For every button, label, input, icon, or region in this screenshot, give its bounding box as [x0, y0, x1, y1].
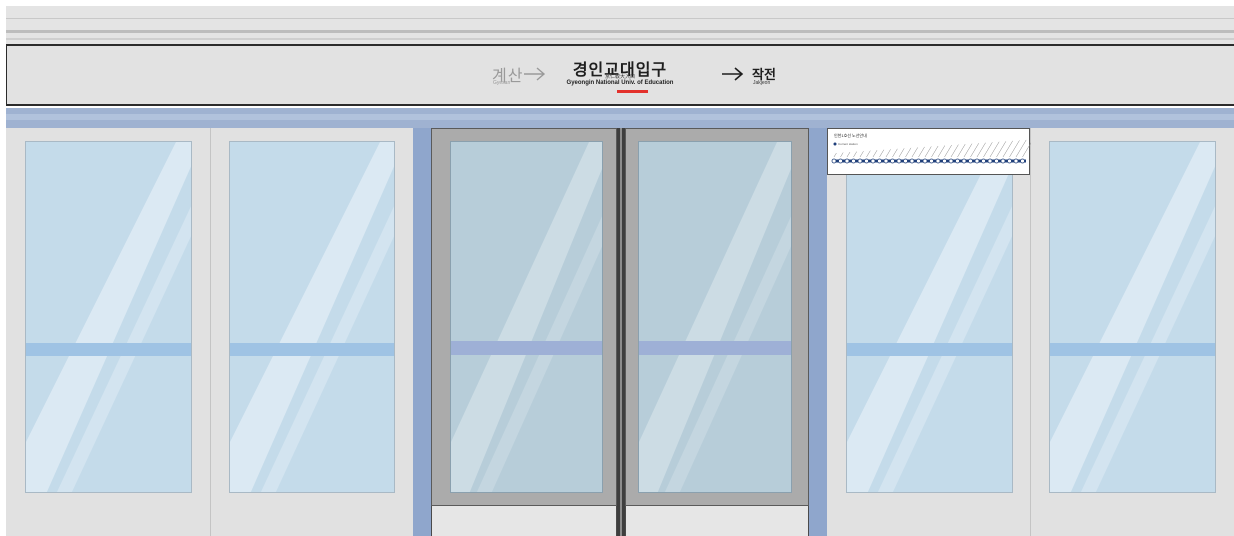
route-map-station-label: [898, 148, 905, 158]
route-map-station-label: [931, 145, 939, 158]
route-map-station-dot: [1013, 158, 1019, 164]
route-map-station-dot: [870, 158, 876, 164]
route-map-station-dot: [922, 158, 928, 164]
route-map-station-dot: [909, 158, 915, 164]
door-threshold: [431, 506, 617, 536]
route-map-station-label: [924, 146, 932, 158]
route-map-station-dot: [1000, 158, 1006, 164]
route-map-station-label: [866, 150, 871, 158]
route-map-station-label: [872, 150, 878, 158]
side-window: [846, 141, 1013, 493]
arrow-right-icon: [721, 66, 745, 82]
route-map-station-dot: [864, 158, 869, 164]
route-map-station-label: [892, 148, 898, 158]
wall-seam: [1030, 128, 1031, 536]
route-map-legend: Current station: [838, 142, 858, 146]
route-map-station-dot: [844, 158, 850, 164]
route-map-station-label: [970, 143, 979, 158]
route-map-station-dot: [838, 158, 843, 164]
route-map-station-dot: [877, 158, 882, 164]
route-map-station-dot: [987, 158, 993, 164]
route-map-station-label: [879, 149, 885, 158]
route-map-station-dot: [896, 158, 902, 164]
route-map-station-label: [957, 144, 966, 158]
current-station-hanja: 京仁敎大入口: [604, 74, 635, 80]
route-map-station-label: [944, 144, 952, 158]
current-station-marker: [617, 90, 648, 93]
side-window: [229, 141, 395, 493]
blue-band-highlight: [6, 114, 1234, 120]
route-map-station-dot: [942, 158, 947, 164]
ceiling-line: [6, 38, 1234, 40]
route-map-station-label: [976, 142, 986, 158]
ceiling-line: [6, 30, 1234, 33]
door-window: [638, 141, 792, 493]
route-map-station-dot: [968, 158, 973, 164]
route-map-station-dot: [1020, 158, 1025, 164]
route-map-station-dot: [974, 158, 980, 164]
route-map-station-label: [859, 151, 864, 158]
route-map-station-dot: [981, 158, 986, 164]
route-map-station-label: [1022, 142, 1031, 158]
side-window: [25, 141, 192, 493]
door-threshold: [625, 506, 809, 536]
route-map-station-label: [983, 142, 993, 158]
route-map-station-dot: [961, 158, 967, 164]
route-map-station-dot: [883, 158, 889, 164]
route-map-station-label: [840, 152, 844, 158]
door-seam-highlight: [620, 128, 622, 536]
route-map-station-label: [918, 146, 925, 158]
current-station-roman: Gyeongin National Univ. of Education: [566, 80, 674, 86]
ceiling-line: [6, 18, 1234, 19]
door-pillar-left: [413, 128, 431, 536]
route-map-station-label: [950, 144, 959, 158]
route-map-station-label: [1015, 139, 1027, 158]
route-map-station-dot: [831, 158, 837, 164]
route-map-line: [831, 139, 1031, 164]
route-map-station-label: [911, 147, 918, 158]
wall-seam: [210, 128, 211, 536]
route-map-station-dot: [994, 158, 999, 164]
door-window: [450, 141, 603, 493]
previous-station-roman: Gyesan: [493, 80, 511, 86]
route-map-station-label: [905, 147, 912, 158]
route-map: 인천1호선 노선안내 Current station: [827, 128, 1031, 175]
route-map-station-dot: [955, 158, 960, 164]
route-map-station-dot: [857, 158, 863, 164]
route-map-station-label: [833, 152, 837, 158]
route-map-station-label: [963, 143, 973, 158]
door-pillar-right: [809, 128, 827, 536]
route-map-station-dot: [929, 158, 934, 164]
route-map-station-label: [853, 151, 857, 158]
side-window: [1049, 141, 1216, 493]
route-map-station-dot: [890, 158, 895, 164]
route-map-station-dot: [903, 158, 908, 164]
route-map-station-dot: [1007, 158, 1012, 164]
route-map-station-label: [846, 151, 851, 158]
route-map-station-dot: [935, 158, 941, 164]
next-station-roman: Jakjeon: [753, 80, 771, 86]
route-map-station-dot: [916, 158, 921, 164]
route-map-station-label: [937, 145, 946, 158]
route-map-station-label: [885, 149, 891, 158]
route-map-station-dot: [948, 158, 954, 164]
route-map-station-label: [1009, 140, 1020, 158]
route-map-station-dot: [851, 158, 856, 164]
